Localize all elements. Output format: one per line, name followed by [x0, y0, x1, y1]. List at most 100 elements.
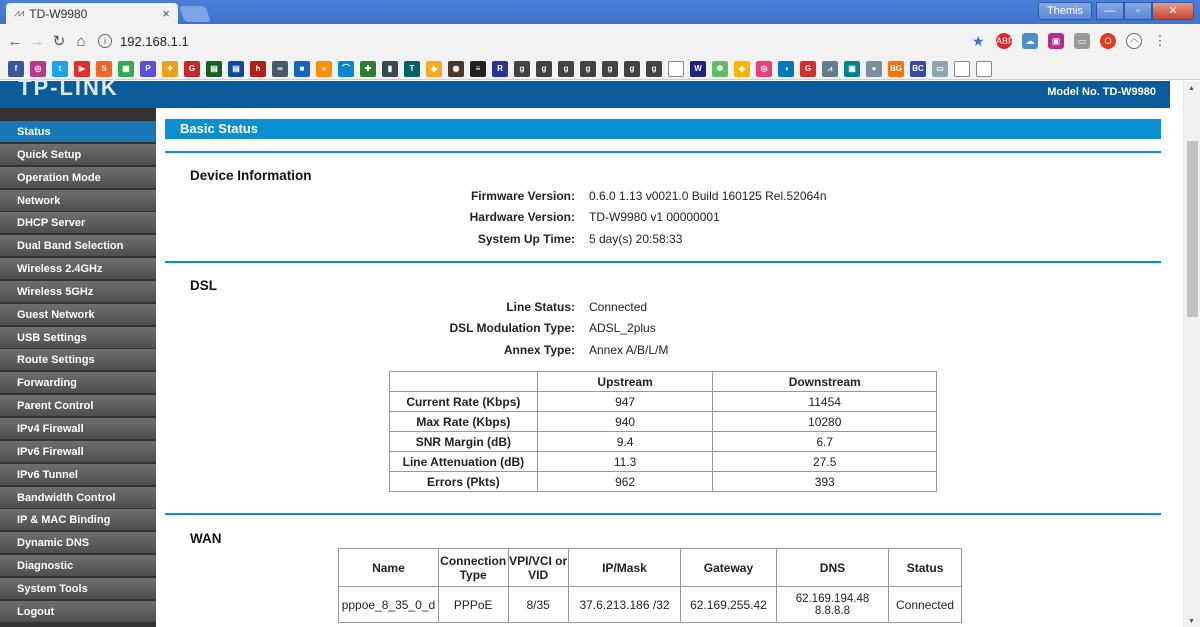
bookmark-icon[interactable]: W	[690, 60, 706, 77]
bookmark-icon[interactable]: g	[624, 60, 640, 77]
bookmark-icon[interactable]: ■	[294, 60, 310, 77]
extension-icon[interactable]: ▣	[1048, 33, 1064, 49]
sidebar-item-ipv6-tunnel[interactable]: IPv6 Tunnel	[0, 463, 156, 486]
opera-icon[interactable]: O	[1100, 33, 1116, 49]
sidebar-item-network[interactable]: Network	[0, 189, 156, 212]
bookmark-icon[interactable]: ▤	[228, 60, 244, 77]
bookmark-icon[interactable]: ●	[316, 60, 332, 77]
extension-icon[interactable]: ☁	[1022, 33, 1038, 49]
sidebar-item-route-settings[interactable]: Route Settings	[0, 349, 156, 372]
page-icon[interactable]	[668, 60, 684, 77]
hardware-label: Hardware Version:	[469, 210, 575, 224]
bookmark-icon[interactable]: ◎	[756, 60, 772, 77]
sidebar-item-dual-band-selection[interactable]: Dual Band Selection	[0, 235, 156, 258]
browser-toolbar: ← → ↻ ⌂ i 192.168.1.1 ★ ABP ☁ ▣ ▭ O ◠ ⋮	[0, 24, 1200, 58]
profile-button[interactable]: Themis	[1037, 2, 1092, 20]
sidebar-item-wireless-5ghz[interactable]: Wireless 5GHz	[0, 280, 156, 303]
page-icon[interactable]	[976, 60, 992, 77]
maximize-button[interactable]: ▫	[1124, 2, 1152, 20]
extension-icon[interactable]: ▭	[1074, 33, 1090, 49]
bookmark-icon[interactable]: h	[250, 60, 266, 77]
bookmark-icon[interactable]: ▣	[844, 60, 860, 77]
wan-heading: WAN	[190, 531, 222, 546]
sidebar-item-wireless-2-4ghz[interactable]: Wireless 2.4GHz	[0, 258, 156, 281]
bookmark-icon[interactable]: ≡	[470, 60, 486, 77]
bookmark-icon[interactable]: G	[800, 60, 816, 77]
close-window-button[interactable]: ✕	[1152, 2, 1194, 20]
address-bar[interactable]: i 192.168.1.1	[98, 29, 978, 53]
bookmark-icon[interactable]: ◈	[426, 60, 442, 77]
window-title-bar: ⩘⩘ TD-W9980 × Themis — ▫ ✕	[0, 0, 1200, 24]
dsl-metric-value: 11.3	[536, 451, 714, 472]
bookmark-icon[interactable]: ⌒	[338, 60, 354, 77]
bookmark-icon[interactable]: R	[492, 60, 508, 77]
bookmark-icon[interactable]: ●	[866, 60, 882, 77]
sidebar-item-parent-control[interactable]: Parent Control	[0, 395, 156, 418]
site-info-icon[interactable]: i	[98, 34, 112, 48]
hardware-value: TD-W9980 v1 00000001	[589, 210, 720, 224]
dsl-metric-value: 940	[536, 411, 714, 432]
sidebar-item-ipv4-firewall[interactable]: IPv4 Firewall	[0, 417, 156, 440]
bookmark-icon[interactable]: g	[602, 60, 618, 77]
bookmark-icon[interactable]: ✦	[162, 60, 178, 77]
sidebar-item-ipv6-firewall[interactable]: IPv6 Firewall	[0, 440, 156, 463]
page-scrollbar[interactable]: ▲ ▼	[1183, 81, 1200, 627]
sidebar-item-logout[interactable]: Logout	[0, 600, 156, 623]
bookmark-icon[interactable]: ✚	[360, 60, 376, 77]
sidebar-item-forwarding[interactable]: Forwarding	[0, 372, 156, 395]
bookmark-star-icon[interactable]: ★	[972, 33, 985, 50]
sidebar-item-ip-mac-binding[interactable]: IP & MAC Binding	[0, 509, 156, 532]
sidebar-item-system-tools[interactable]: System Tools	[0, 577, 156, 600]
forward-arrow-icon[interactable]: →	[26, 33, 48, 50]
bookmark-icon[interactable]: BC	[910, 60, 926, 77]
router-header: TP-LINK Model No. TD-W9980	[0, 75, 1170, 108]
new-tab-button[interactable]	[179, 6, 211, 22]
tab-close-icon[interactable]: ×	[162, 6, 170, 21]
sidebar-item-usb-settings[interactable]: USB Settings	[0, 326, 156, 349]
bookmark-icon[interactable]: ▭	[932, 60, 948, 77]
scroll-down-icon[interactable]: ▼	[1188, 618, 1195, 625]
speed-icon[interactable]: ◠	[1126, 33, 1142, 49]
reload-icon[interactable]: ↻	[48, 32, 70, 50]
bookmark-icon[interactable]: ◉	[448, 60, 464, 77]
adblock-icon[interactable]: ABP	[996, 33, 1014, 49]
scrollbar-thumb[interactable]	[1187, 141, 1198, 317]
sidebar-item-dynamic-dns[interactable]: Dynamic DNS	[0, 532, 156, 555]
uptime-row: System Up Time: 5 day(s) 20:58:33	[425, 232, 683, 246]
bookmark-icon[interactable]: ◆	[734, 60, 750, 77]
bookmark-icon[interactable]: g	[558, 60, 574, 77]
sidebar-item-operation-mode[interactable]: Operation Mode	[0, 166, 156, 189]
table-row: SNR Margin (dB) 9.4 6.7	[389, 431, 937, 452]
bookmark-icon[interactable]: ✱	[712, 60, 728, 77]
bookmark-icon[interactable]: ▦	[118, 60, 134, 77]
sidebar-item-diagnostic[interactable]: Diagnostic	[0, 555, 156, 578]
browser-tab[interactable]: ⩘⩘ TD-W9980 ×	[6, 3, 178, 24]
sidebar-item-bandwidth-control[interactable]: Bandwidth Control	[0, 486, 156, 509]
minimize-button[interactable]: —	[1096, 2, 1124, 20]
menu-icon[interactable]: ⋮	[1152, 33, 1168, 49]
bookmark-icon[interactable]: ▤	[206, 60, 222, 77]
bookmark-icon[interactable]: ▮	[382, 60, 398, 77]
bookmark-icon[interactable]: g	[580, 60, 596, 77]
bookmark-icon[interactable]: P	[140, 60, 156, 77]
bookmark-icon[interactable]: g	[514, 60, 530, 77]
bookmark-icon[interactable]: T	[404, 60, 420, 77]
dsl-metric-value: 9.4	[536, 431, 714, 452]
bookmark-icon[interactable]: G	[184, 60, 200, 77]
back-arrow-icon[interactable]: ←	[4, 33, 26, 50]
table-row: pppoe_8_35_0_d PPPoE 8/35 37.6.213.186 /32 6…	[338, 586, 962, 623]
uptime-value: 5 day(s) 20:58:33	[589, 232, 683, 246]
sidebar-item-guest-network[interactable]: Guest Network	[0, 303, 156, 326]
sidebar-item-dhcp-server[interactable]: DHCP Server	[0, 212, 156, 235]
page-icon[interactable]	[954, 60, 970, 77]
sidebar-item-quick-setup[interactable]: Quick Setup	[0, 143, 156, 166]
bookmark-icon[interactable]: ◑	[778, 60, 794, 77]
sidebar-item-status[interactable]: Status	[0, 121, 156, 143]
bookmark-icon[interactable]: ⩘	[822, 60, 838, 77]
scroll-up-icon[interactable]: ▲	[1188, 85, 1195, 92]
bookmark-icon[interactable]: BG	[888, 60, 904, 77]
bookmark-icon[interactable]: ∞	[272, 60, 288, 77]
bookmark-icon[interactable]: g	[536, 60, 552, 77]
bookmark-icon[interactable]: g	[646, 60, 662, 77]
home-icon[interactable]: ⌂	[70, 33, 92, 50]
